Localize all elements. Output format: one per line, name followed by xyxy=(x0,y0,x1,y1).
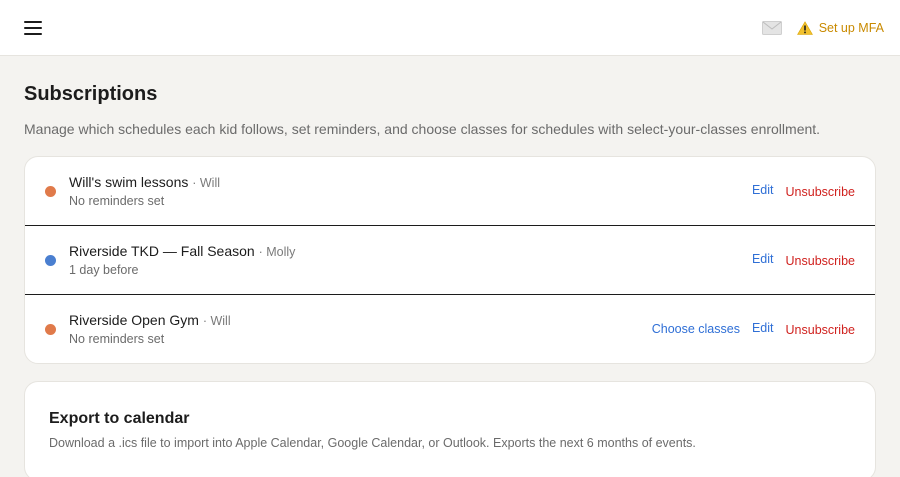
unsubscribe-button[interactable]: Unsubscribe xyxy=(786,323,855,337)
subscription-row: Riverside Open Gym · Will No reminders s… xyxy=(25,294,875,363)
export-calendar-card: Export to calendar Download a .ics file … xyxy=(24,381,876,477)
subscription-actions: Edit Unsubscribe xyxy=(752,183,855,199)
export-description: Download a .ics file to import into Appl… xyxy=(49,436,696,450)
edit-button[interactable]: Edit xyxy=(752,183,774,197)
subscription-color-dot xyxy=(45,254,56,266)
subscription-info: Riverside Open Gym · Will No reminders s… xyxy=(69,311,652,347)
export-title: Export to calendar xyxy=(49,410,190,427)
subscription-kid: · Molly xyxy=(258,245,296,259)
subscription-color-dot xyxy=(45,323,56,335)
subscription-actions: Choose classes Edit Unsubscribe xyxy=(652,321,855,337)
subscription-reminder: No reminders set xyxy=(69,194,165,208)
unsubscribe-button[interactable]: Unsubscribe xyxy=(786,185,855,199)
subscription-info: Riverside TKD — Fall Season · Molly 1 da… xyxy=(69,242,752,278)
page-description: Manage which schedules each kid follows,… xyxy=(24,121,821,137)
subscription-info: Will's swim lessons · Will No reminders … xyxy=(69,173,752,209)
subscription-row: Will's swim lessons · Will No reminders … xyxy=(25,157,875,225)
subscription-name: Will's swim lessons xyxy=(69,174,189,190)
subscription-reminder: 1 day before xyxy=(69,263,139,277)
menu-icon[interactable] xyxy=(24,20,42,35)
warning-icon xyxy=(796,20,813,35)
top-bar-actions: Set up MFA xyxy=(761,20,884,35)
subscription-row: Riverside TKD — Fall Season · Molly 1 da… xyxy=(25,225,875,294)
top-bar: Set up MFA xyxy=(0,0,900,56)
setup-mfa-label: Set up MFA xyxy=(818,20,884,35)
subscriptions-list: Will's swim lessons · Will No reminders … xyxy=(24,156,876,364)
subscription-kid: · Will xyxy=(202,314,231,328)
subscription-actions: Edit Unsubscribe xyxy=(752,252,855,268)
subscription-color-dot xyxy=(45,185,56,197)
edit-button[interactable]: Edit xyxy=(752,321,774,335)
main-content: Subscriptions Manage which schedules eac… xyxy=(0,56,900,477)
subscription-reminder: No reminders set xyxy=(69,332,165,346)
subscription-name: Riverside Open Gym xyxy=(69,312,199,328)
page-title: Subscriptions xyxy=(24,83,158,105)
unsubscribe-button[interactable]: Unsubscribe xyxy=(786,254,855,268)
subscription-kid: · Will xyxy=(192,176,221,190)
edit-button[interactable]: Edit xyxy=(752,252,774,266)
setup-mfa-link[interactable]: Set up MFA xyxy=(796,20,884,35)
mail-icon[interactable] xyxy=(761,20,782,35)
subscription-name: Riverside TKD — Fall Season xyxy=(69,243,255,259)
choose-classes-button[interactable]: Choose classes xyxy=(652,322,740,336)
